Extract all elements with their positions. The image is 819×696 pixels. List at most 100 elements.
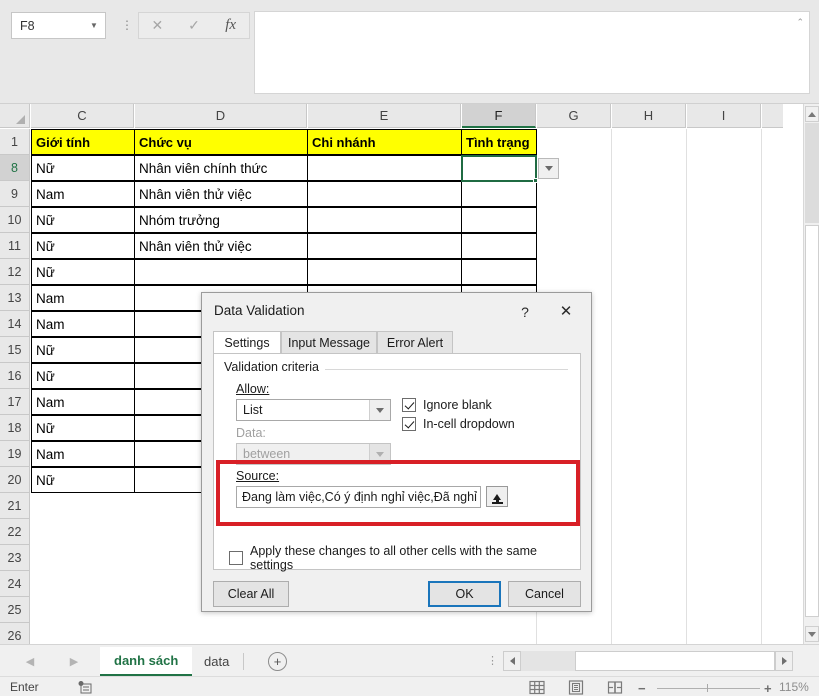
select-all-corner[interactable] xyxy=(0,104,30,128)
column-header-E[interactable]: E xyxy=(308,104,461,128)
cell-F1[interactable]: Tình trạng xyxy=(461,129,537,155)
row-header-24[interactable]: 24 xyxy=(0,571,30,597)
column-header-I[interactable]: I xyxy=(687,104,761,128)
cell-C20[interactable]: Nữ xyxy=(31,467,135,493)
cell-C11[interactable]: Nữ xyxy=(31,233,135,259)
row-header-21[interactable]: 21 xyxy=(0,493,30,519)
formula-input[interactable]: ⌃ xyxy=(254,11,810,94)
cell-C16[interactable]: Nữ xyxy=(31,363,135,389)
plus-circle-icon[interactable]: + xyxy=(268,652,287,671)
cell-C9[interactable]: Nam xyxy=(31,181,135,207)
check-icon[interactable]: ✓ xyxy=(178,17,210,34)
cell-C19[interactable]: Nam xyxy=(31,441,135,467)
cell-C25[interactable] xyxy=(31,597,135,623)
cell-F12[interactable] xyxy=(461,259,537,285)
cell-C12[interactable]: Nữ xyxy=(31,259,135,285)
cell-F9[interactable] xyxy=(461,181,537,207)
ok-button[interactable]: OK xyxy=(428,581,501,607)
zoom-level-label[interactable]: 115% xyxy=(779,680,809,694)
cell-D9[interactable]: Nhân viên thử việc xyxy=(134,181,308,207)
row-header-20[interactable]: 20 xyxy=(0,467,30,493)
cell-F11[interactable] xyxy=(461,233,537,259)
tab-input-message[interactable]: Input Message xyxy=(281,331,377,353)
row-header-22[interactable]: 22 xyxy=(0,519,30,545)
ellipsis-vertical-icon[interactable]: ⋮ xyxy=(487,654,498,667)
clear-all-button[interactable]: Clear All xyxy=(213,581,289,607)
triangle-down-icon[interactable] xyxy=(805,626,819,642)
help-icon[interactable]: ? xyxy=(512,301,538,323)
cell-C8[interactable]: Nữ xyxy=(31,155,135,181)
cell-E8[interactable] xyxy=(307,155,462,181)
row-header-8[interactable]: 8 xyxy=(0,155,30,181)
tab-error-alert[interactable]: Error Alert xyxy=(377,331,453,353)
hscroll-right-icon[interactable] xyxy=(775,651,793,671)
cell-D12[interactable] xyxy=(134,259,308,285)
vertical-scrollbar[interactable] xyxy=(803,104,819,644)
column-header-H[interactable]: H xyxy=(612,104,686,128)
tab-settings[interactable]: Settings xyxy=(213,331,281,354)
triangle-right-icon[interactable]: ▶ xyxy=(52,655,96,668)
cell-C21[interactable] xyxy=(31,493,135,519)
cell-D1[interactable]: Chức vụ xyxy=(134,129,308,155)
chevron-down-icon[interactable] xyxy=(369,400,390,420)
cell-C24[interactable] xyxy=(31,571,135,597)
column-header-G[interactable]: G xyxy=(537,104,611,128)
vscroll-track-upper[interactable] xyxy=(805,123,819,223)
close-icon[interactable]: ✕ xyxy=(549,301,583,323)
row-header-12[interactable]: 12 xyxy=(0,259,30,285)
row-header-23[interactable]: 23 xyxy=(0,545,30,571)
normal-view-icon[interactable] xyxy=(529,680,545,695)
cell-E9[interactable] xyxy=(307,181,462,207)
apply-all-checkbox[interactable]: Apply these changes to all other cells w… xyxy=(229,544,580,572)
allow-select[interactable]: List xyxy=(236,399,391,421)
cell-C14[interactable]: Nam xyxy=(31,311,135,337)
cell-C15[interactable]: Nữ xyxy=(31,337,135,363)
row-header-16[interactable]: 16 xyxy=(0,363,30,389)
vscroll-thumb[interactable] xyxy=(805,225,819,617)
cell-E12[interactable] xyxy=(307,259,462,285)
cell-F10[interactable] xyxy=(461,207,537,233)
cell-E11[interactable] xyxy=(307,233,462,259)
name-box-dropdown-icon[interactable]: ▼ xyxy=(83,22,105,30)
row-header-9[interactable]: 9 xyxy=(0,181,30,207)
row-header-25[interactable]: 25 xyxy=(0,597,30,623)
minus-icon[interactable]: − xyxy=(638,681,646,696)
sheet-tab-data[interactable]: data xyxy=(190,647,243,676)
column-header-D[interactable]: D xyxy=(135,104,307,128)
plus-icon[interactable]: + xyxy=(764,681,772,696)
cell-C10[interactable]: Nữ xyxy=(31,207,135,233)
column-header-F[interactable]: F xyxy=(462,104,536,128)
row-header-14[interactable]: 14 xyxy=(0,311,30,337)
chevron-up-icon[interactable]: ⌃ xyxy=(796,17,804,28)
cell-C22[interactable] xyxy=(31,519,135,545)
cell-D11[interactable]: Nhân viên thử việc xyxy=(134,233,308,259)
cell-C18[interactable]: Nữ xyxy=(31,415,135,441)
hscroll-left-icon[interactable] xyxy=(503,651,521,671)
cancel-button[interactable]: Cancel xyxy=(508,581,581,607)
cell-C13[interactable]: Nam xyxy=(31,285,135,311)
column-header-C[interactable]: C xyxy=(31,104,134,128)
horizontal-scrollbar[interactable] xyxy=(503,651,793,671)
triangle-up-icon[interactable] xyxy=(805,106,819,122)
row-header-19[interactable]: 19 xyxy=(0,441,30,467)
formula-bar-grip[interactable]: ⋮ xyxy=(121,18,127,34)
ignore-blank-checkbox[interactable]: Ignore blank xyxy=(402,398,492,412)
cell-E10[interactable] xyxy=(307,207,462,233)
zoom-slider-thumb[interactable] xyxy=(707,684,708,692)
row-header-11[interactable]: 11 xyxy=(0,233,30,259)
page-layout-icon[interactable] xyxy=(568,680,584,695)
cell-E1[interactable]: Chi nhánh xyxy=(307,129,462,155)
sheet-tab-danh-sach[interactable]: danh sách xyxy=(100,647,192,676)
cell-D8[interactable]: Nhân viên chính thức xyxy=(134,155,308,181)
row-header-13[interactable]: 13 xyxy=(0,285,30,311)
row-header-18[interactable]: 18 xyxy=(0,415,30,441)
row-header-1[interactable]: 1 xyxy=(0,129,30,155)
collapse-dialog-icon[interactable] xyxy=(486,486,508,507)
row-header-10[interactable]: 10 xyxy=(0,207,30,233)
zoom-slider-track[interactable] xyxy=(657,688,760,689)
cell-C17[interactable]: Nam xyxy=(31,389,135,415)
dropdown-arrow-icon[interactable] xyxy=(538,158,559,179)
record-macro-icon[interactable] xyxy=(78,681,92,694)
row-header-15[interactable]: 15 xyxy=(0,337,30,363)
cancel-icon[interactable]: ✕ xyxy=(141,17,173,34)
